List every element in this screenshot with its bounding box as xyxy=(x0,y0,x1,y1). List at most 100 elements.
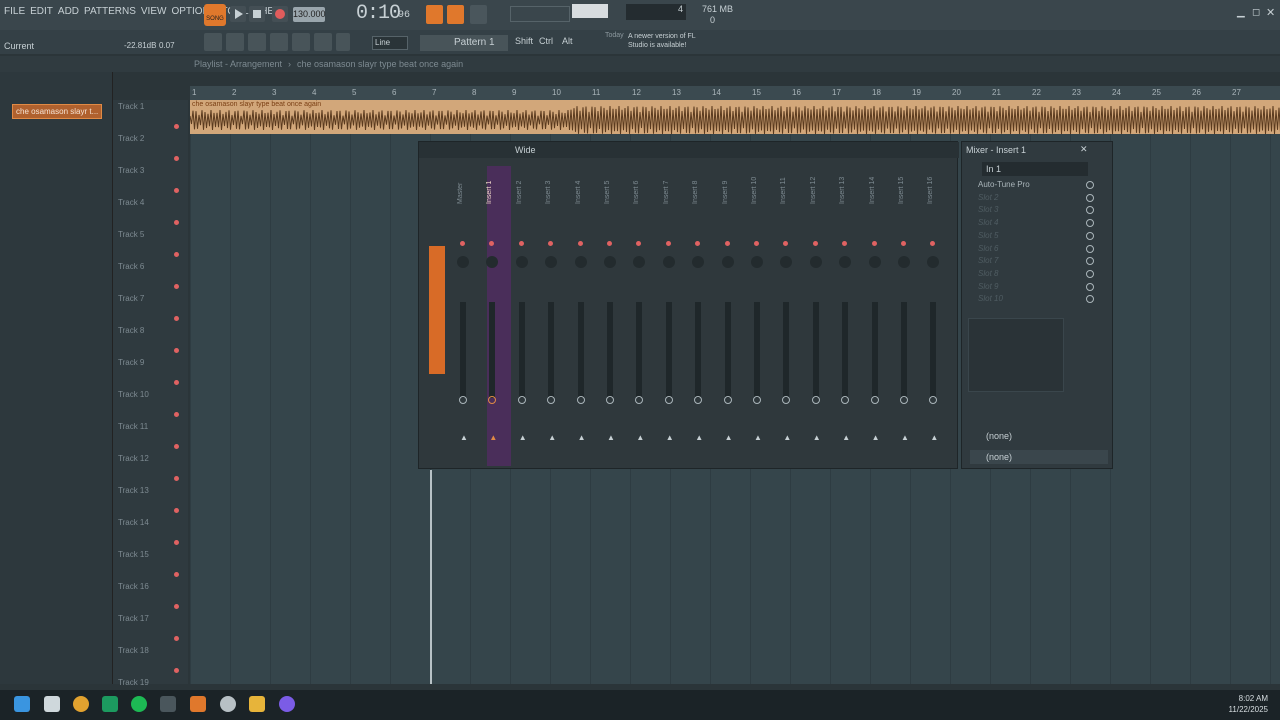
pan-knob[interactable] xyxy=(809,256,822,268)
track-mute-icon[interactable] xyxy=(174,188,179,193)
stop-icon[interactable] xyxy=(249,6,265,22)
record-icon[interactable] xyxy=(272,6,288,22)
mixer-channel-label[interactable]: Insert 11 xyxy=(780,177,787,204)
mixer-mute-icon[interactable] xyxy=(636,241,642,246)
route-icon[interactable] xyxy=(664,396,673,404)
browser-icon[interactable] xyxy=(270,33,288,51)
song-mode-button[interactable]: SONG xyxy=(204,4,226,26)
pan-knob[interactable] xyxy=(692,256,705,268)
effect-slot[interactable]: Slot 2 xyxy=(970,193,1110,205)
menu-item[interactable]: ADD xyxy=(58,6,79,17)
volume-fader[interactable] xyxy=(518,302,525,398)
track-label[interactable]: Track 13 xyxy=(118,486,149,495)
mixer-channel-label[interactable]: Insert 14 xyxy=(869,177,876,204)
pan-knob[interactable] xyxy=(721,256,734,268)
mixer-channel-label[interactable]: Insert 15 xyxy=(898,177,905,204)
ctrl-key[interactable]: Ctrl xyxy=(539,36,557,50)
effect-slot[interactable]: Auto-Tune Pro xyxy=(970,180,1110,192)
capcut-icon[interactable] xyxy=(160,696,176,712)
track-label[interactable]: Track 6 xyxy=(118,262,144,271)
mixer-channel-label[interactable]: Insert 12 xyxy=(810,177,817,204)
send-arrow-icon[interactable]: ▲ xyxy=(813,433,821,442)
send-arrow-icon[interactable]: ▲ xyxy=(930,433,938,442)
pan-knob[interactable] xyxy=(574,256,587,268)
mixer-channel-label[interactable]: Insert 2 xyxy=(516,181,523,204)
mixer-channel-label[interactable]: Insert 3 xyxy=(545,181,552,204)
track-label[interactable]: Track 12 xyxy=(118,454,149,463)
track-label[interactable]: Track 2 xyxy=(118,134,144,143)
track-mute-icon[interactable] xyxy=(174,412,179,417)
effect-slot[interactable]: Slot 9 xyxy=(970,282,1110,294)
mixer-mute-icon[interactable] xyxy=(812,241,818,246)
send-arrow-icon[interactable]: ▲ xyxy=(607,433,615,442)
volume-fader[interactable] xyxy=(842,302,849,398)
track-label[interactable]: Track 17 xyxy=(118,614,149,623)
track-mute-icon[interactable] xyxy=(174,252,179,257)
track-mute-icon[interactable] xyxy=(174,348,179,353)
track-mute-icon[interactable] xyxy=(174,156,179,161)
mixer-mute-icon[interactable] xyxy=(548,241,554,246)
route-icon[interactable] xyxy=(723,396,732,404)
master-volume-slider[interactable] xyxy=(572,4,608,18)
route-icon[interactable] xyxy=(547,396,556,404)
track-mute-icon[interactable] xyxy=(174,668,179,673)
track-label[interactable]: Track 16 xyxy=(118,582,149,591)
mixer-mute-icon[interactable] xyxy=(724,241,730,246)
track-label[interactable]: Track 18 xyxy=(118,646,149,655)
mixer-mute-icon[interactable] xyxy=(783,241,789,246)
slot-mix-icon[interactable] xyxy=(1086,193,1094,202)
mixer-mute-icon[interactable] xyxy=(871,241,877,246)
slot-mix-icon[interactable] xyxy=(1086,206,1094,215)
volume-fader[interactable] xyxy=(871,302,878,398)
record-app-icon[interactable] xyxy=(220,696,236,712)
mixer-mute-icon[interactable] xyxy=(518,241,524,246)
slot-mix-icon[interactable] xyxy=(1086,181,1094,189)
eq-graph[interactable] xyxy=(968,318,1064,392)
arrow-icon[interactable] xyxy=(314,33,332,51)
route-icon[interactable] xyxy=(841,396,850,404)
maximize-icon[interactable]: ◻ xyxy=(1252,7,1260,18)
menu-item[interactable]: VIEW xyxy=(141,6,167,17)
mixer-channel-label[interactable]: Insert 4 xyxy=(575,181,582,204)
send-arrow-icon[interactable]: ▲ xyxy=(578,433,586,442)
track-mute-icon[interactable] xyxy=(174,636,179,641)
route-icon[interactable] xyxy=(635,396,644,404)
current-pattern-name[interactable]: che osamason slayr type beat once again xyxy=(297,59,463,69)
route-icon[interactable] xyxy=(517,396,526,404)
mixer-mute-icon[interactable] xyxy=(901,241,906,246)
send-arrow-icon[interactable]: ▲ xyxy=(666,433,674,442)
tempo-display[interactable]: 130.000 xyxy=(293,7,326,22)
playlist-icon[interactable] xyxy=(204,33,222,51)
channel-rack-icon[interactable] xyxy=(248,33,266,51)
output-select-2[interactable]: (none) xyxy=(970,450,1108,464)
volume-fader[interactable] xyxy=(901,302,907,398)
mixer-channel-label[interactable]: Insert 9 xyxy=(722,181,729,204)
slot-mix-icon[interactable] xyxy=(1086,244,1094,253)
route-icon[interactable] xyxy=(870,396,879,404)
route-icon[interactable] xyxy=(753,396,761,404)
route-icon[interactable] xyxy=(576,396,585,404)
send-arrow-icon[interactable]: ▲ xyxy=(695,433,703,442)
track-label[interactable]: Track 4 xyxy=(118,198,144,207)
pan-knob[interactable] xyxy=(633,256,646,268)
track-mute-icon[interactable] xyxy=(174,124,179,129)
snap-select[interactable]: Line xyxy=(372,36,408,50)
audio-clip[interactable] xyxy=(189,100,1280,135)
mixer-channel-label[interactable]: Insert 10 xyxy=(751,177,758,204)
mixer-channel-label[interactable]: Insert 5 xyxy=(604,181,611,204)
mixer-channel-label[interactable]: Insert 8 xyxy=(692,181,699,204)
playhead[interactable] xyxy=(430,470,432,684)
track-mute-icon[interactable] xyxy=(174,604,179,609)
close-icon[interactable]: ✕ xyxy=(1266,6,1275,19)
slot-mix-icon[interactable] xyxy=(1086,282,1094,291)
volume-fader[interactable] xyxy=(577,302,584,398)
microphone-icon[interactable] xyxy=(336,33,350,51)
mixer-channel-label[interactable]: Insert 16 xyxy=(927,177,934,204)
track-mute-icon[interactable] xyxy=(174,444,179,449)
windows-start-icon[interactable] xyxy=(14,696,30,712)
volume-fader[interactable] xyxy=(607,302,613,398)
pan-knob[interactable] xyxy=(662,256,675,268)
timeline-ruler[interactable]: 1 2 3 4 5 6 7 8 9 10 11 12 13 14 15 16 17 18 19 20 21 22 23 24 2… xyxy=(190,86,1280,100)
pan-knob[interactable] xyxy=(898,256,910,268)
pan-knob[interactable] xyxy=(751,256,763,268)
